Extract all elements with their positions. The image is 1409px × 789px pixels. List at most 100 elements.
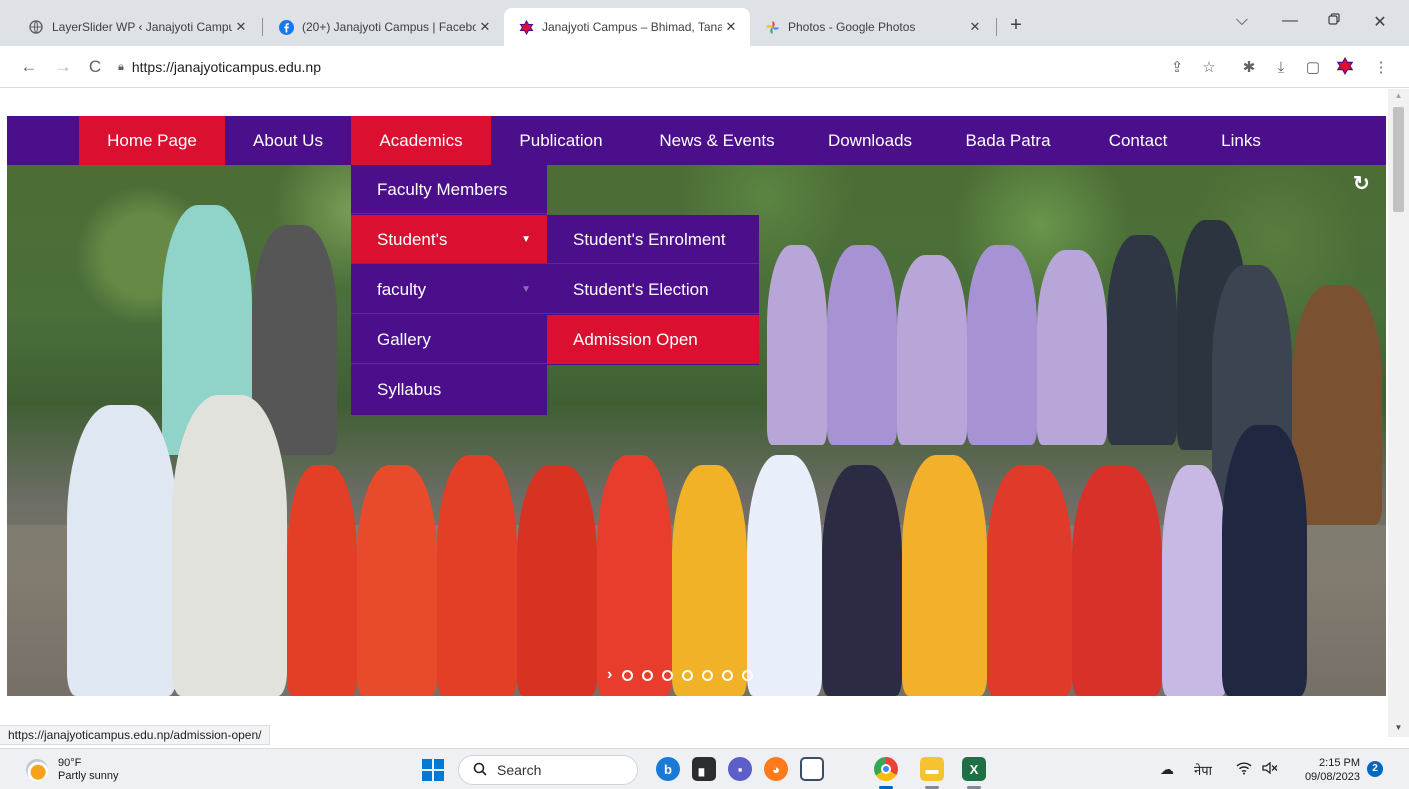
forward-icon[interactable]: →	[52, 56, 74, 78]
windows-start-icon[interactable]	[422, 759, 444, 781]
nav-news-events[interactable]: News & Events	[631, 116, 803, 165]
close-icon[interactable]: ✕	[722, 19, 740, 35]
restore-icon[interactable]	[1322, 12, 1346, 30]
windows-taskbar: 90°F Partly sunny Search b ▖ ▪ ◕ ▬ X ☁ न…	[0, 748, 1409, 789]
chrome-icon[interactable]	[874, 757, 898, 781]
menu-item-label: Gallery	[377, 330, 431, 349]
side-panel-icon[interactable]: ▢	[1302, 57, 1324, 79]
nav-downloads[interactable]: Downloads	[803, 116, 937, 165]
close-icon[interactable]: ✕	[476, 19, 494, 35]
reload-icon[interactable]: C	[84, 56, 106, 78]
tab-facebook[interactable]: (20+) Janajyoti Campus | Facebo ✕	[264, 8, 504, 46]
slider-dot[interactable]	[722, 669, 734, 681]
photo-person	[1222, 425, 1307, 696]
address-field[interactable]: 🔒︎ https://janajyoticampus.edu.np	[118, 53, 1158, 81]
system-clock[interactable]: 2:15 PM 09/08/2023	[1294, 756, 1360, 784]
taskbar-search[interactable]: Search	[458, 755, 638, 785]
notification-badge[interactable]: 2	[1367, 761, 1383, 777]
share-icon[interactable]: ⇪	[1166, 57, 1188, 79]
excel-icon[interactable]: X	[962, 757, 986, 781]
tab-divider	[996, 18, 997, 36]
bookmark-star-icon[interactable]: ☆	[1198, 57, 1220, 79]
nav-links[interactable]: Links	[1197, 116, 1285, 165]
search-icon	[473, 762, 487, 779]
menu-kebab-icon[interactable]: ⋮	[1370, 57, 1392, 79]
nav-bada-patra[interactable]: Bada Patra	[937, 116, 1079, 165]
nav-about-us[interactable]: About Us	[225, 116, 351, 165]
address-toolbar: ← → C 🔒︎ https://janajyoticampus.edu.np …	[0, 46, 1409, 88]
weather-widget[interactable]: 90°F Partly sunny	[26, 757, 119, 783]
menu-item-students-enrolment[interactable]: Student's Enrolment	[547, 215, 759, 264]
tab-title: Photos - Google Photos	[788, 20, 916, 34]
slider-dot[interactable]	[662, 669, 674, 681]
window-app-icon[interactable]	[800, 757, 824, 781]
photo-person	[1292, 285, 1382, 525]
photo-person	[172, 395, 287, 696]
tab-divider	[262, 18, 263, 36]
tab-google-photos[interactable]: Photos - Google Photos ✕	[750, 8, 994, 46]
slider-dot[interactable]	[742, 669, 754, 681]
menu-item-label: faculty	[377, 280, 427, 299]
photo-person	[902, 455, 987, 696]
campus-logo-icon	[518, 19, 534, 35]
slider-pagination: ›	[607, 666, 762, 684]
status-url-bubble: https://janajyoticampus.edu.np/admission…	[0, 725, 271, 745]
teams-chat-icon[interactable]: ▪	[728, 757, 752, 781]
task-view-icon[interactable]: ▖	[692, 757, 716, 781]
slider-dot[interactable]	[642, 669, 654, 681]
page-scrollbar[interactable]: ▲ ▼	[1388, 89, 1409, 737]
scroll-up-arrow-icon[interactable]: ▲	[1388, 91, 1409, 103]
menu-item-faculty[interactable]: faculty ▼	[351, 265, 547, 314]
slider-refresh-icon[interactable]: ↻	[1353, 171, 1370, 196]
globe-icon	[28, 19, 44, 35]
profile-avatar-icon[interactable]	[1334, 56, 1356, 79]
tab-layerslider[interactable]: LayerSlider WP ‹ Janajyoti Campu ✕	[14, 8, 260, 46]
bing-icon[interactable]: b	[656, 757, 680, 781]
photo-person	[827, 245, 897, 445]
scroll-thumb[interactable]	[1393, 107, 1404, 212]
photo-person	[747, 455, 822, 696]
menu-item-faculty-members[interactable]: Faculty Members	[351, 165, 547, 214]
slider-dot[interactable]	[682, 669, 694, 681]
menu-item-students-election[interactable]: Student's Election	[547, 265, 759, 314]
slider-dot[interactable]	[702, 669, 714, 681]
tab-search-icon[interactable]: ⌵	[1230, 12, 1254, 30]
nav-publication[interactable]: Publication	[491, 116, 631, 165]
firefox-icon[interactable]: ◕	[764, 757, 788, 781]
scroll-down-arrow-icon[interactable]: ▼	[1388, 723, 1409, 735]
address-url: https://janajyoticampus.edu.np	[131, 59, 321, 75]
slider-dot[interactable]	[622, 669, 634, 681]
onedrive-cloud-icon[interactable]: ☁	[1160, 761, 1174, 778]
caret-down-icon: ▼	[521, 234, 531, 245]
weather-temperature: 90°F	[58, 757, 82, 769]
nav-contact[interactable]: Contact	[1079, 116, 1197, 165]
back-icon[interactable]: ←	[18, 56, 40, 78]
wifi-icon[interactable]	[1236, 761, 1252, 778]
main-navigation: Home Page About Us Academics Publication…	[7, 116, 1386, 165]
tab-title: LayerSlider WP ‹ Janajyoti Campu	[52, 20, 232, 34]
photo-person	[1107, 235, 1177, 445]
photo-person	[1162, 465, 1227, 696]
menu-item-gallery[interactable]: Gallery	[351, 315, 547, 364]
tab-janajyoti-campus[interactable]: Janajyoti Campus – Bhimad, Tana ✕	[504, 8, 750, 46]
file-explorer-icon[interactable]: ▬	[920, 757, 944, 781]
speaker-muted-icon[interactable]	[1262, 761, 1278, 778]
nav-academics[interactable]: Academics	[351, 116, 491, 165]
slider-next-arrow-icon[interactable]: ›	[607, 666, 612, 684]
input-language[interactable]: नेपा	[1194, 761, 1212, 779]
window-close-icon[interactable]: ✕	[1368, 12, 1392, 32]
menu-item-admission-open[interactable]: Admission Open	[547, 315, 759, 364]
close-icon[interactable]: ✕	[232, 19, 250, 35]
google-photos-icon	[764, 19, 780, 35]
close-icon[interactable]: ✕	[966, 19, 984, 35]
nav-home-page[interactable]: Home Page	[79, 116, 225, 165]
minimize-icon[interactable]: —	[1278, 12, 1302, 30]
extensions-icon[interactable]: ✱	[1238, 57, 1260, 79]
download-icon[interactable]: ⤓	[1270, 57, 1292, 79]
new-tab-button[interactable]: +	[1004, 14, 1028, 38]
menu-item-students[interactable]: Student's ▼	[351, 215, 547, 264]
photo-person	[672, 465, 747, 696]
students-submenu: Student's Enrolment Student's Election A…	[547, 215, 759, 365]
tab-title: Janajyoti Campus – Bhimad, Tana	[542, 20, 722, 34]
menu-item-syllabus[interactable]: Syllabus	[351, 365, 547, 414]
